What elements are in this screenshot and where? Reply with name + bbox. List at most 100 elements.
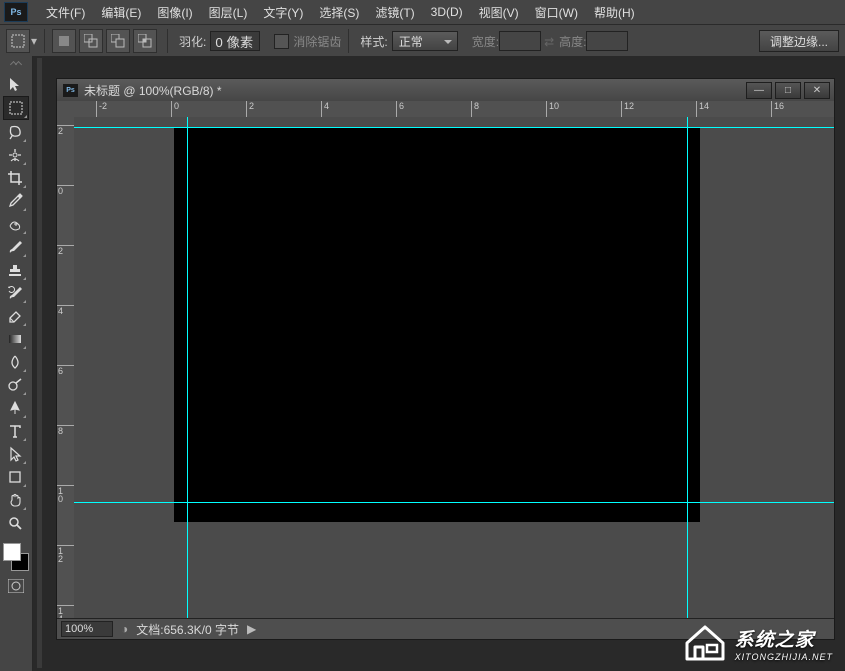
ruler-vertical[interactable]: 202468101214	[57, 117, 75, 619]
menu-file[interactable]: 文件(F)	[38, 0, 93, 25]
panel-grip-icon[interactable]	[4, 62, 28, 68]
stamp-tool[interactable]	[3, 259, 27, 281]
zoom-tool[interactable]	[3, 512, 27, 534]
document-titlebar[interactable]: Ps 未标题 @ 100%(RGB/8) * — □ ✕	[57, 79, 834, 102]
marquee-tool-icon	[8, 100, 24, 116]
guide-horizontal-2[interactable]	[74, 502, 834, 503]
watermark: 系统之家 XITONGZHIJIA.NET	[681, 623, 833, 663]
blur-tool-icon	[7, 354, 23, 370]
sel-subtract-button[interactable]	[106, 29, 130, 53]
document-title: 未标题 @ 100%(RGB/8) *	[84, 82, 222, 99]
tab-well	[37, 58, 42, 668]
width-label: 宽度:	[472, 33, 499, 50]
ruler-origin[interactable]	[57, 101, 75, 118]
menu-layer[interactable]: 图层(L)	[201, 0, 256, 25]
sel-new-button[interactable]	[52, 29, 76, 53]
lasso-tool-icon	[7, 124, 23, 140]
healing-tool[interactable]	[3, 213, 27, 235]
healing-tool-icon	[7, 216, 23, 232]
antialias-label: 消除锯齿	[293, 33, 341, 50]
style-label: 样式:	[360, 33, 387, 50]
zoom-tool-icon	[7, 515, 23, 531]
blur-tool[interactable]	[3, 351, 27, 373]
status-flyout-icon[interactable]: ▶	[247, 622, 256, 636]
type-tool[interactable]	[3, 420, 27, 442]
intersect-sel-icon	[138, 34, 152, 48]
gradient-tool[interactable]	[3, 328, 27, 350]
ruler-horizontal[interactable]: -20246810121416	[74, 101, 834, 118]
eyedropper-tool[interactable]	[3, 190, 27, 212]
menu-select[interactable]: 选择(S)	[311, 0, 367, 25]
menu-filter[interactable]: 滤镜(T)	[367, 0, 422, 25]
menu-view[interactable]: 视图(V)	[471, 0, 527, 25]
type-tool-icon	[7, 423, 23, 439]
close-button[interactable]: ✕	[804, 82, 830, 99]
maximize-button[interactable]: □	[775, 82, 801, 99]
guide-horizontal-1[interactable]	[74, 127, 834, 128]
eraser-tool[interactable]	[3, 305, 27, 327]
width-input	[499, 31, 541, 51]
chevron-down-icon: ▾	[31, 34, 37, 48]
status-icon[interactable]: ◑	[121, 622, 128, 636]
menu-type[interactable]: 文字(Y)	[255, 0, 311, 25]
menu-3d[interactable]: 3D(D)	[423, 1, 471, 23]
gradient-tool-icon	[7, 331, 23, 347]
square-icon	[58, 35, 70, 47]
dodge-tool[interactable]	[3, 374, 27, 396]
quick-select-tool[interactable]	[3, 144, 27, 166]
refine-edge-button[interactable]: 调整边缘...	[759, 30, 839, 52]
guide-vertical-1[interactable]	[187, 117, 188, 619]
foreground-swatch[interactable]	[3, 543, 21, 561]
guide-vertical-2[interactable]	[687, 117, 688, 619]
hand-tool-icon	[7, 492, 23, 508]
brush-tool-icon	[7, 239, 23, 255]
eyedropper-tool-icon	[7, 193, 23, 209]
pen-tool-icon	[7, 400, 23, 416]
canvas-viewport[interactable]	[74, 117, 834, 619]
menu-bar: Ps 文件(F) 编辑(E) 图像(I) 图层(L) 文字(Y) 选择(S) 滤…	[0, 0, 845, 24]
shape-tool-icon	[7, 469, 23, 485]
color-swatches[interactable]	[3, 543, 29, 571]
style-dropdown[interactable]: 正常	[392, 31, 458, 51]
quickmask-icon	[8, 579, 24, 593]
menu-image[interactable]: 图像(I)	[149, 0, 200, 25]
marquee-tool[interactable]	[3, 96, 29, 120]
quickmask-button[interactable]	[4, 575, 28, 597]
tools-panel	[0, 56, 33, 671]
sel-intersect-button[interactable]	[133, 29, 157, 53]
add-sel-icon	[84, 34, 98, 48]
canvas[interactable]	[174, 127, 700, 522]
history-brush-tool-icon	[7, 285, 23, 301]
minimize-button[interactable]: —	[746, 82, 772, 99]
height-label: 高度:	[559, 33, 586, 50]
path-select-tool[interactable]	[3, 443, 27, 465]
dodge-tool-icon	[7, 377, 23, 393]
pen-tool[interactable]	[3, 397, 27, 419]
menu-window[interactable]: 窗口(W)	[527, 0, 586, 25]
menu-help[interactable]: 帮助(H)	[586, 0, 643, 25]
feather-label: 羽化:	[179, 33, 206, 50]
menu-edit[interactable]: 编辑(E)	[93, 0, 149, 25]
app-logo-icon: Ps	[4, 2, 28, 22]
history-brush-tool[interactable]	[3, 282, 27, 304]
options-bar: ▾ 羽化: 消除锯齿 样式: 正常 宽度: ⇄ 高度: 调整边缘...	[0, 24, 845, 58]
document-window: Ps 未标题 @ 100%(RGB/8) * — □ ✕ -2024681012…	[56, 78, 835, 640]
shape-tool[interactable]	[3, 466, 27, 488]
feather-input[interactable]	[210, 31, 260, 51]
brush-tool[interactable]	[3, 236, 27, 258]
quick-select-tool-icon	[7, 147, 23, 163]
zoom-input[interactable]	[61, 621, 113, 637]
crop-tool[interactable]	[3, 167, 27, 189]
lasso-tool[interactable]	[3, 121, 27, 143]
doc-logo-icon: Ps	[63, 84, 78, 97]
watermark-subtitle: XITONGZHIJIA.NET	[735, 652, 833, 662]
move-tool[interactable]	[3, 73, 27, 95]
marquee-icon	[11, 34, 25, 48]
stamp-tool-icon	[7, 262, 23, 278]
document-status-text: 文档:656.3K/0 字节	[136, 621, 239, 638]
tool-preset-button[interactable]	[6, 29, 30, 53]
sel-add-button[interactable]	[79, 29, 103, 53]
path-select-tool-icon	[7, 446, 23, 462]
hand-tool[interactable]	[3, 489, 27, 511]
antialias-checkbox	[274, 34, 289, 49]
